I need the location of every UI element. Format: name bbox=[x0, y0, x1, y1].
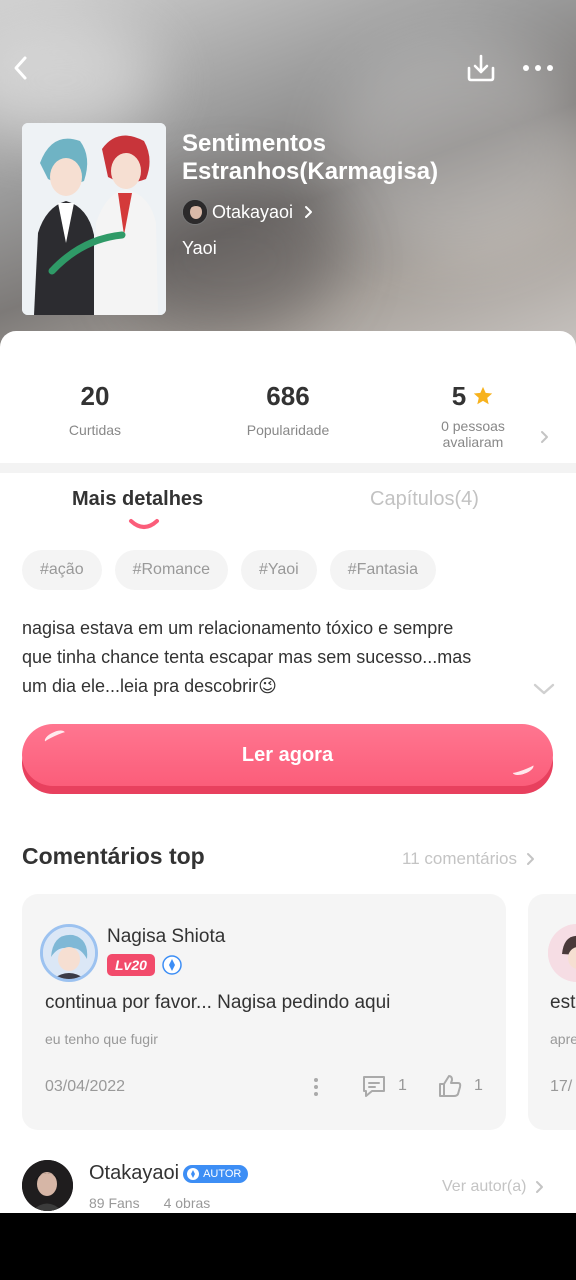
synopsis: nagisa estava em um relacionamento tóxic… bbox=[22, 614, 532, 701]
level-badge: Lv20 bbox=[107, 954, 155, 976]
author-card-name[interactable]: Otakayaoi AUTOR bbox=[89, 1162, 249, 1185]
author-stats: 89 Fans 4 obras bbox=[89, 1195, 210, 1211]
comment-date: 03/04/2022 bbox=[45, 1078, 126, 1095]
comment-chapter-ref: apre bbox=[550, 1031, 576, 1047]
comments-count-label: 11 comentários bbox=[402, 849, 517, 868]
comment-card[interactable]: Nagisa Shiota Lv20 continua por favor...… bbox=[22, 894, 506, 1130]
author-fans: 89 Fans bbox=[89, 1195, 140, 1211]
author-badge-label: AUTOR bbox=[203, 1167, 242, 1180]
comments-section-title: Comentários top bbox=[22, 843, 205, 869]
tag-yaoi[interactable]: #Yaoi bbox=[240, 550, 317, 590]
genre-label: Yaoi bbox=[182, 238, 217, 258]
rating-stat[interactable]: 5 0 pessoas avaliaram bbox=[413, 378, 533, 450]
avatar[interactable] bbox=[548, 924, 576, 982]
chevron-right-icon bbox=[536, 1181, 544, 1193]
thumbs-up-icon bbox=[439, 1075, 462, 1097]
more-vertical-icon[interactable] bbox=[311, 1076, 321, 1100]
all-comments-link[interactable]: 11 comentários bbox=[402, 849, 537, 869]
comment-icon bbox=[363, 1076, 385, 1097]
popularity-label: Popularidade bbox=[246, 422, 330, 438]
rating-label-line1: 0 pessoas bbox=[441, 418, 505, 434]
more-icon bbox=[523, 65, 553, 71]
book-title-line2: Estranhos(Karmagisa) bbox=[182, 158, 439, 185]
book-title-line1: Sentimentos bbox=[182, 130, 327, 157]
author-badge: AUTOR bbox=[183, 1164, 249, 1183]
verified-icon bbox=[162, 955, 182, 975]
chevron-right-icon bbox=[526, 853, 534, 865]
comment-date: 17/ bbox=[550, 1078, 573, 1095]
section-divider bbox=[0, 463, 576, 473]
author-avatar bbox=[182, 199, 208, 225]
chevron-right-icon bbox=[305, 206, 313, 218]
back-button[interactable] bbox=[6, 48, 34, 88]
chevron-right-icon[interactable] bbox=[539, 428, 551, 446]
likes-value: 20 bbox=[80, 381, 110, 411]
comment-text: continua por favor... Nagisa pedindo aqu… bbox=[45, 992, 391, 1013]
tag-romance[interactable]: #Romance bbox=[114, 550, 228, 590]
synopsis-line1: nagisa estava em um relacionamento tóxic… bbox=[22, 618, 454, 638]
star-icon bbox=[474, 386, 493, 405]
likes-stat: 20 Curtidas bbox=[45, 378, 145, 438]
synopsis-line2: que tinha chance tenta escapar mas sem s… bbox=[22, 647, 472, 667]
tab-details[interactable]: Mais detalhes bbox=[72, 488, 203, 511]
more-options-button[interactable] bbox=[518, 48, 558, 88]
read-now-label: Ler agora bbox=[241, 743, 334, 766]
verified-icon bbox=[187, 1167, 200, 1180]
comment-chapter-ref: eu tenho que fugir bbox=[45, 1031, 158, 1047]
reply-button[interactable]: 1 bbox=[360, 1072, 407, 1100]
tab-indicator bbox=[129, 519, 159, 529]
author-works: 4 obras bbox=[163, 1195, 211, 1211]
comment-username[interactable]: Nagisa Shiota bbox=[107, 926, 225, 948]
avatar[interactable] bbox=[40, 924, 98, 982]
comment-text: est bbox=[550, 992, 576, 1013]
popularity-value: 686 bbox=[266, 381, 310, 411]
chevron-down-icon[interactable] bbox=[532, 680, 556, 698]
author-card-avatar[interactable] bbox=[22, 1160, 73, 1211]
author-link[interactable]: Otakayaoi bbox=[182, 198, 317, 226]
download-icon bbox=[467, 54, 495, 82]
author-name: Otakayaoi bbox=[212, 201, 294, 222]
tab-chapters[interactable]: Capítulos(4) bbox=[370, 488, 479, 511]
book-title: Sentimentos Estranhos(Karmagisa) bbox=[182, 130, 562, 186]
download-button[interactable] bbox=[462, 48, 500, 88]
view-author-link[interactable]: Ver autor(a) bbox=[442, 1178, 546, 1196]
rating-value: 5 bbox=[451, 381, 467, 411]
rating-label-line2: avaliaram bbox=[442, 434, 504, 450]
book-cover bbox=[22, 123, 166, 315]
synopsis-line3: um dia ele...leia pra descobrir😉 bbox=[22, 676, 277, 696]
back-icon bbox=[14, 56, 27, 80]
tag-acao[interactable]: #ação bbox=[22, 550, 102, 590]
app-screen: Sentimentos Estranhos(Karmagisa) Otakaya… bbox=[0, 0, 576, 1213]
popularity-stat: 686 Popularidade bbox=[228, 378, 348, 438]
author-card-name-text: Otakayaoi bbox=[89, 1162, 180, 1184]
tag-fantasia[interactable]: #Fantasia bbox=[329, 550, 436, 590]
view-author-label: Ver autor(a) bbox=[442, 1178, 527, 1195]
read-now-button[interactable]: Ler agora bbox=[22, 724, 559, 794]
comment-card[interactable]: est apre 17/ bbox=[528, 894, 576, 1130]
like-count: 1 bbox=[474, 1077, 483, 1094]
reply-count: 1 bbox=[398, 1077, 407, 1094]
like-button[interactable]: 1 bbox=[436, 1072, 483, 1100]
likes-label: Curtidas bbox=[68, 422, 122, 438]
tag-list: #ação #Romance #Yaoi #Fantasia bbox=[22, 550, 436, 590]
